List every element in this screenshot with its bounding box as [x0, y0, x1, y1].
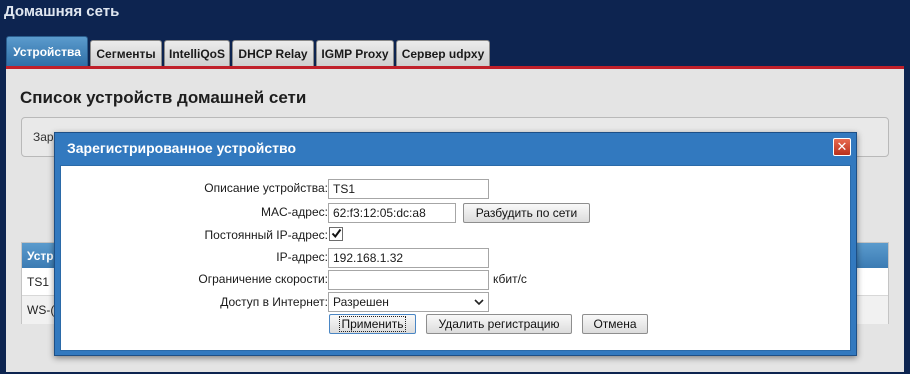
dialog-body: Описание устройства: MAC-адрес: Разбудит… [60, 165, 851, 351]
tab-segments[interactable]: Сегменты [90, 40, 162, 66]
app-title: Домашняя сеть [4, 3, 120, 20]
internet-access-select[interactable]: Разрешен [328, 292, 489, 312]
wake-on-lan-button[interactable]: Разбудить по сети [463, 203, 590, 223]
speed-limit-label: Ограничение скорости: [198, 272, 328, 286]
speed-unit: кбит/с [493, 272, 527, 286]
ip-label: IP-адрес: [276, 250, 328, 264]
cancel-button[interactable]: Отмена [582, 314, 648, 334]
tab-devices[interactable]: Устройства [6, 36, 88, 66]
registered-device-dialog: Зарегистрированное устройство ✕ Описание… [54, 132, 857, 356]
description-label: Описание устройства: [204, 181, 328, 195]
tab-igmp-proxy[interactable]: IGMP Proxy [316, 40, 394, 66]
ip-input[interactable] [328, 248, 489, 268]
description-input[interactable] [328, 179, 489, 199]
speed-limit-input[interactable] [328, 270, 489, 290]
internet-access-label: Доступ в Интернет: [220, 295, 328, 309]
tab-dhcp-relay[interactable]: DHCP Relay [232, 40, 314, 66]
apply-button-label: Применить [339, 316, 406, 332]
apply-button[interactable]: Применить [329, 314, 416, 334]
tab-udpxy-server[interactable]: Сервер udpxy [396, 40, 490, 66]
mac-label: MAC-адрес: [260, 205, 328, 219]
section-title: Список устройств домашней сети [20, 88, 307, 107]
close-icon[interactable]: ✕ [833, 138, 851, 156]
checkmark-icon [331, 228, 342, 239]
filter-label: Зар [33, 130, 54, 144]
dialog-title: Зарегистрированное устройство [67, 140, 296, 156]
chevron-down-icon [474, 299, 484, 306]
static-ip-checkbox[interactable] [329, 227, 343, 241]
mac-input[interactable] [328, 203, 456, 223]
tab-intelliqos[interactable]: IntelliQoS [164, 40, 230, 66]
unregister-button[interactable]: Удалить регистрацию [426, 314, 572, 334]
static-ip-label: Постоянный IP-адрес: [204, 228, 328, 242]
internet-access-value: Разрешен [333, 295, 389, 309]
